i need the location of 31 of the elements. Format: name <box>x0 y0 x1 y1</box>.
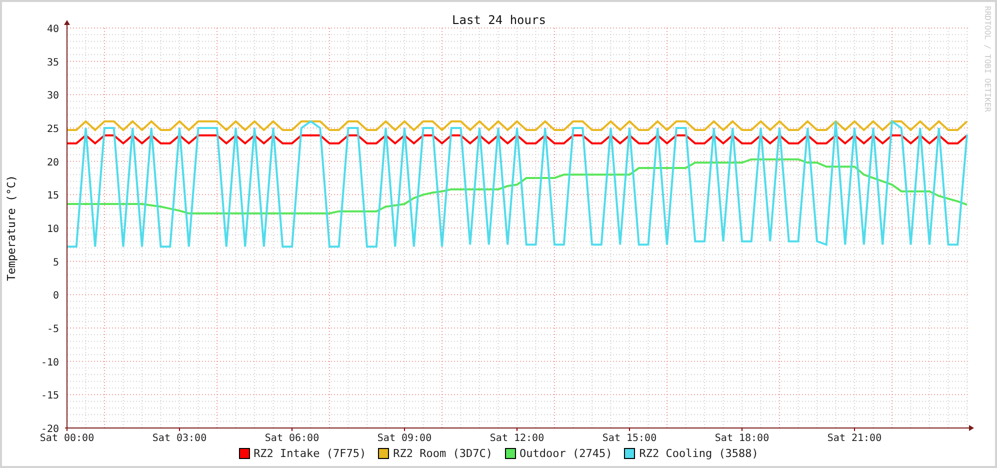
y-tick-label: 35 <box>46 57 59 68</box>
legend-label: Outdoor (2745) <box>520 447 612 460</box>
y-tick-label: 15 <box>46 190 59 202</box>
y-tick-label: 30 <box>46 90 59 102</box>
x-tick-label: Sat 06:00 <box>264 433 320 444</box>
legend-swatch <box>238 448 250 459</box>
y-tick-label: -10 <box>40 357 59 368</box>
y-tick-label: 25 <box>46 124 59 135</box>
y-tick-label: 20 <box>46 157 59 168</box>
y-tick-label: 10 <box>46 224 59 235</box>
y-tick-label: 40 <box>46 24 59 35</box>
y-axis-label: Temperature (°C) <box>5 175 18 281</box>
legend-label: RZ2 Cooling (3588) <box>639 447 758 460</box>
x-tick-label: Sat 15:00 <box>602 433 657 444</box>
y-tick-label: 5 <box>52 257 59 268</box>
x-tick-label: Sat 12:00 <box>490 433 544 444</box>
y-tick-label: -20 <box>40 424 59 435</box>
legend-label: RZ2 Room (3D7C) <box>393 447 492 460</box>
x-tick-label: Sat 18:00 <box>714 433 770 444</box>
legend-label: RZ2 Intake (7F75) <box>254 447 366 460</box>
x-tick-label: Sat 09:00 <box>377 433 432 444</box>
legend-swatch <box>378 448 390 459</box>
x-tick-label: Sat 00:00 <box>40 433 94 444</box>
legend-swatch <box>504 448 516 459</box>
chart-title: Last 24 hours <box>452 13 546 27</box>
x-tick-label: Sat 03:00 <box>152 433 207 444</box>
legend-swatch <box>624 448 636 459</box>
y-tick-label: -5 <box>46 324 59 335</box>
y-tick-label: 0 <box>52 290 59 302</box>
x-tick-label: Sat 21:00 <box>827 433 882 444</box>
y-tick-label: -15 <box>40 390 59 402</box>
